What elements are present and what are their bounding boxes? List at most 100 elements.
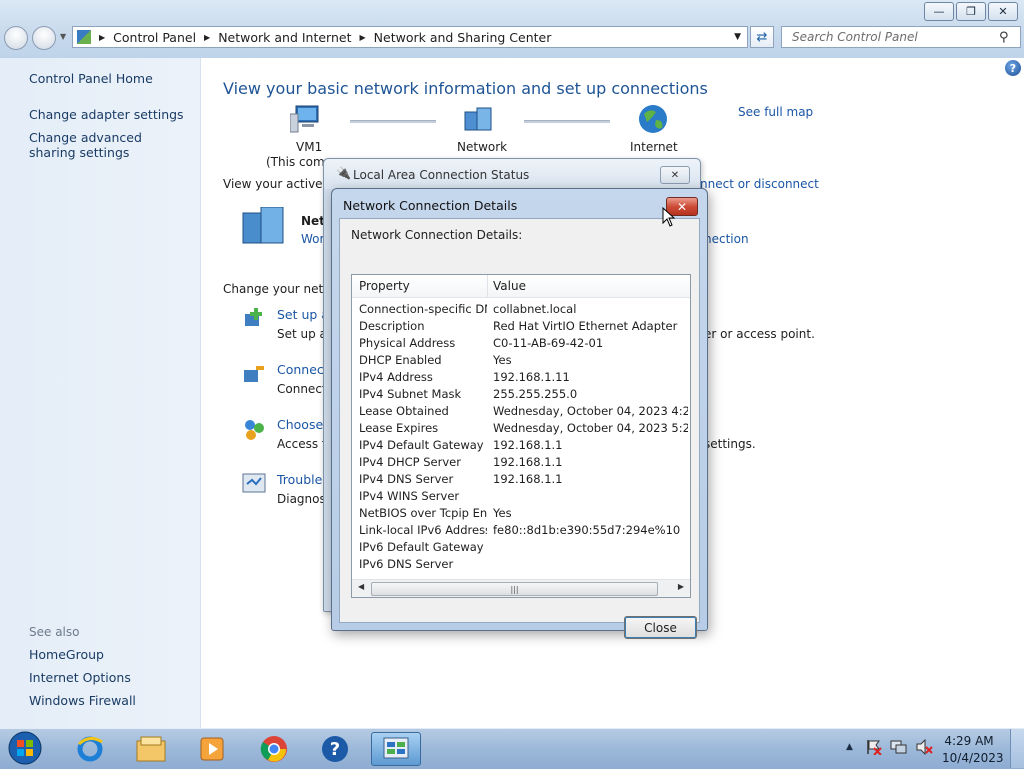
internet-explorer-icon[interactable] bbox=[65, 732, 115, 766]
close-icon: ✕ bbox=[998, 5, 1008, 18]
table-row[interactable]: Connection-specific DN... collabnet.local bbox=[352, 301, 690, 318]
media-player-icon[interactable] bbox=[187, 732, 237, 766]
connect-disconnect-link[interactable]: nnect or disconnect bbox=[700, 177, 819, 191]
task-setup-link[interactable]: Set up a bbox=[277, 307, 329, 322]
breadcrumb-arrow-icon[interactable]: ▶ bbox=[360, 33, 366, 42]
task-homegroup-desc: Access fi bbox=[277, 437, 330, 451]
table-row[interactable]: IPv6 DNS Server bbox=[352, 556, 690, 573]
breadcrumb-arrow-icon[interactable]: ▶ bbox=[99, 33, 105, 42]
close-icon: ✕ bbox=[670, 169, 680, 181]
network-building-icon bbox=[241, 206, 289, 245]
window-close-button[interactable]: ✕ bbox=[988, 2, 1018, 21]
status-dialog-title: Local Area Connection Status bbox=[353, 168, 530, 182]
windows-firewall-link[interactable]: Windows Firewall bbox=[29, 693, 136, 708]
table-row[interactable]: IPv4 DNS Server 192.168.1.1 bbox=[352, 471, 690, 488]
file-explorer-icon[interactable] bbox=[126, 732, 176, 766]
table-row[interactable]: IPv6 Default Gateway bbox=[352, 539, 690, 556]
table-row[interactable]: DHCP Enabled Yes bbox=[352, 352, 690, 369]
value-cell: Yes bbox=[493, 353, 512, 367]
chrome-icon[interactable] bbox=[249, 732, 299, 766]
table-row[interactable]: IPv4 DHCP Server 192.168.1.1 bbox=[352, 454, 690, 471]
start-orb-icon[interactable] bbox=[6, 730, 44, 766]
value-cell: Yes bbox=[493, 506, 512, 520]
table-row[interactable]: Description Red Hat VirtIO Ethernet Adapt… bbox=[352, 318, 690, 335]
property-cell: IPv4 DHCP Server bbox=[359, 455, 461, 469]
help-icon[interactable]: ? bbox=[1005, 60, 1021, 76]
see-full-map-link[interactable]: See full map bbox=[738, 105, 813, 119]
details-listview[interactable]: Property Value Connection-specific DN...… bbox=[351, 274, 691, 598]
property-cell: Connection-specific DN... bbox=[359, 302, 487, 316]
volume-muted-icon[interactable] bbox=[915, 738, 933, 756]
column-header-value[interactable]: Value bbox=[493, 279, 526, 293]
table-row[interactable]: Link-local IPv6 Address fe80::8d1b:e390:5… bbox=[352, 522, 690, 539]
refresh-button[interactable]: ⇄ bbox=[750, 26, 774, 48]
control-panel-home-link[interactable]: Control Panel Home bbox=[29, 71, 153, 86]
map-node-computer-name: VM1 bbox=[296, 140, 323, 154]
column-divider[interactable] bbox=[487, 275, 488, 297]
network-icon[interactable] bbox=[463, 106, 495, 134]
control-panel-taskbar-icon[interactable] bbox=[371, 732, 421, 766]
property-cell: IPv4 WINS Server bbox=[359, 489, 460, 503]
task-troubleshoot-link[interactable]: Troubles bbox=[277, 472, 329, 487]
table-row[interactable]: NetBIOS over Tcpip En... Yes bbox=[352, 505, 690, 522]
table-row[interactable]: IPv4 WINS Server bbox=[352, 488, 690, 505]
connection-link[interactable]: nection bbox=[704, 232, 749, 246]
details-dialog-title: Network Connection Details bbox=[343, 198, 518, 213]
value-cell: 192.168.1.1 bbox=[493, 455, 563, 469]
map-link-line bbox=[524, 120, 610, 123]
table-row[interactable]: Lease Expires Wednesday, October 04, 2023… bbox=[352, 420, 690, 437]
recent-pages-icon[interactable]: ▼ bbox=[60, 32, 66, 41]
network-tray-icon[interactable] bbox=[890, 739, 908, 755]
task-connect-link[interactable]: Connect bbox=[277, 362, 329, 377]
property-cell: NetBIOS over Tcpip En... bbox=[359, 506, 487, 520]
breadcrumb-network-internet[interactable]: Network and Internet bbox=[218, 30, 351, 45]
show-desktop-button[interactable] bbox=[1010, 729, 1024, 768]
maximize-button[interactable]: ❐ bbox=[956, 2, 986, 21]
back-button[interactable] bbox=[4, 26, 28, 50]
show-hidden-icons[interactable]: ▲ bbox=[846, 742, 853, 752]
map-link-line bbox=[350, 120, 436, 123]
scroll-left-icon[interactable]: ◀ bbox=[358, 582, 364, 591]
network-type-link[interactable]: Wor bbox=[301, 232, 324, 246]
forward-button[interactable] bbox=[32, 26, 56, 50]
task-setup-desc: Set up a bbox=[277, 327, 327, 341]
table-row[interactable]: IPv4 Subnet Mask 255.255.255.0 bbox=[352, 386, 690, 403]
task-homegroup-link[interactable]: Choose bbox=[277, 417, 323, 432]
status-connection-icon: 🔌 bbox=[336, 166, 351, 180]
address-dropdown-icon[interactable]: ▼ bbox=[734, 32, 741, 42]
horizontal-scrollbar[interactable]: ◀ ||| ▶ bbox=[352, 579, 690, 597]
scrollbar-thumb[interactable]: ||| bbox=[371, 582, 658, 596]
breadcrumb-sharing-center[interactable]: Network and Sharing Center bbox=[374, 30, 552, 45]
close-button[interactable]: Close bbox=[624, 616, 697, 639]
search-box[interactable]: ⚲ bbox=[781, 26, 1021, 48]
address-bar[interactable]: ▶ Control Panel ▶ Network and Internet ▶… bbox=[72, 26, 748, 48]
help-taskbar-icon[interactable]: ? bbox=[310, 732, 360, 766]
table-row[interactable]: IPv4 Default Gateway 192.168.1.1 bbox=[352, 437, 690, 454]
search-input[interactable] bbox=[790, 29, 999, 45]
task-connect-desc: Connect bbox=[277, 382, 327, 396]
action-center-icon[interactable] bbox=[866, 739, 882, 756]
scroll-right-icon[interactable]: ▶ bbox=[678, 582, 684, 591]
globe-icon[interactable] bbox=[638, 104, 668, 134]
internet-options-link[interactable]: Internet Options bbox=[29, 670, 131, 685]
column-header-property[interactable]: Property bbox=[359, 279, 410, 293]
table-row[interactable]: Physical Address C0-11-AB-69-42-01 bbox=[352, 335, 690, 352]
minimize-button[interactable]: — bbox=[924, 2, 954, 21]
search-icon[interactable]: ⚲ bbox=[999, 30, 1009, 45]
table-row[interactable]: Lease Obtained Wednesday, October 04, 202… bbox=[352, 403, 690, 420]
change-advanced-sharing-link[interactable]: Change advanced sharing settings bbox=[29, 130, 189, 160]
clock-date[interactable]: 10/4/2023 bbox=[942, 751, 1004, 765]
table-row[interactable]: IPv4 Address 192.168.1.11 bbox=[352, 369, 690, 386]
change-adapter-settings-link[interactable]: Change adapter settings bbox=[29, 107, 184, 122]
setup-connection-icon bbox=[242, 306, 266, 330]
property-cell: IPv4 Address bbox=[359, 370, 433, 384]
details-label: Network Connection Details: bbox=[351, 228, 523, 242]
breadcrumb-arrow-icon[interactable]: ▶ bbox=[204, 33, 210, 42]
homegroup-link[interactable]: HomeGroup bbox=[29, 647, 104, 662]
close-icon: ✕ bbox=[676, 199, 688, 214]
property-cell: Lease Expires bbox=[359, 421, 439, 435]
listview-header: Property Value bbox=[352, 275, 690, 298]
status-dialog-close-button[interactable]: ✕ bbox=[660, 166, 690, 184]
breadcrumb-control-panel[interactable]: Control Panel bbox=[113, 30, 196, 45]
clock-time[interactable]: 4:29 AM bbox=[942, 734, 996, 748]
